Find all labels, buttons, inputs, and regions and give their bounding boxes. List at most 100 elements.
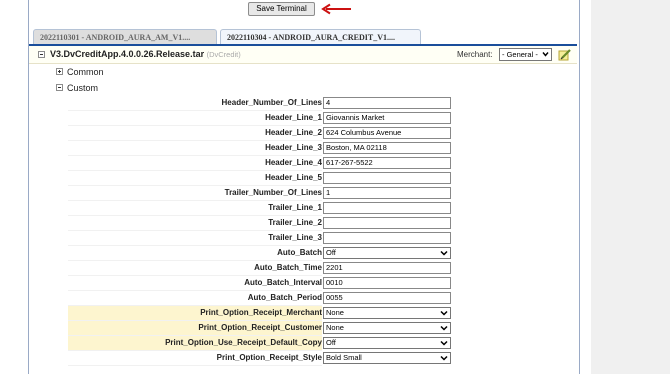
setting-input[interactable]: 617-267-5522: [323, 157, 451, 169]
chevron-down-icon: [440, 340, 448, 346]
collapse-app-icon[interactable]: [38, 51, 45, 58]
tab-terminal-2022110301[interactable]: 2022110301 - ANDROID_AURA_AM_V1....: [33, 29, 217, 44]
setting-label: Trailer_Line_1: [268, 203, 322, 212]
setting-value: Off: [326, 338, 336, 347]
setting-value: 4: [326, 98, 331, 107]
setting-label: Trailer_Line_2: [268, 218, 322, 227]
setting-row: Trailer_Line_3: [68, 231, 453, 246]
setting-label: Trailer_Line_3: [268, 233, 322, 242]
setting-input[interactable]: [323, 232, 451, 244]
setting-label: Header_Line_4: [265, 158, 322, 167]
save-terminal-button[interactable]: Save Terminal: [248, 2, 315, 16]
setting-row: Print_Option_Receipt_Merchant None: [68, 306, 453, 321]
setting-label-cell: Auto_Batch_Period: [68, 291, 322, 306]
app-title: V3.DvCreditApp.4.0.0.26.Release.tar (DvC…: [50, 49, 241, 59]
custom-settings-table: Header_Number_Of_Lines 4 Header_Line_1 Giov…: [68, 96, 453, 366]
setting-label: Print_Option_Use_Receipt_Default_Copy: [165, 338, 322, 347]
tab-terminal-2022110304[interactable]: 2022110304 - ANDROID_AURA_CREDIT_V1....: [220, 29, 421, 44]
setting-row: Header_Line_3 Boston, MA 02118: [68, 141, 453, 156]
section-custom-label[interactable]: Custom: [67, 83, 98, 93]
setting-input[interactable]: 1: [323, 187, 451, 199]
setting-label: Auto_Batch_Time: [254, 263, 322, 272]
setting-label: Header_Line_1: [265, 113, 322, 122]
setting-input[interactable]: Boston, MA 02118: [323, 142, 451, 154]
setting-value: 624 Columbus Avenue: [326, 128, 402, 137]
app-subtitle: (DvCredit): [206, 50, 241, 59]
setting-input[interactable]: 0010: [323, 277, 451, 289]
collapse-custom-icon[interactable]: [56, 84, 63, 91]
merchant-selected-value: - General -: [502, 50, 538, 59]
setting-label: Trailer_Number_Of_Lines: [224, 188, 322, 197]
setting-input[interactable]: 2201: [323, 262, 451, 274]
setting-row: Auto_Batch_Interval 0010: [68, 276, 453, 291]
setting-value: 0055: [326, 293, 343, 302]
setting-value: 617-267-5522: [326, 158, 373, 167]
edit-pencil-icon[interactable]: [558, 48, 572, 62]
setting-input[interactable]: [323, 202, 451, 214]
setting-input[interactable]: Giovannis Market: [323, 112, 451, 124]
setting-row: Auto_Batch_Period 0055: [68, 291, 453, 306]
setting-label-cell: Header_Line_3: [68, 141, 322, 156]
setting-label: Auto_Batch: [277, 248, 322, 257]
setting-label: Header_Line_3: [265, 143, 322, 152]
setting-input[interactable]: 624 Columbus Avenue: [323, 127, 451, 139]
setting-label: Print_Option_Receipt_Customer: [198, 323, 322, 332]
setting-label-cell: Auto_Batch_Time: [68, 261, 322, 276]
setting-label-cell: Print_Option_Receipt_Style: [68, 351, 322, 366]
setting-select[interactable]: None: [323, 307, 451, 319]
setting-label-cell: Header_Number_Of_Lines: [68, 96, 322, 111]
setting-row: Header_Line_1 Giovannis Market: [68, 111, 453, 126]
setting-input[interactable]: [323, 217, 451, 229]
setting-label-cell: Header_Line_4: [68, 156, 322, 171]
section-common-label[interactable]: Common: [67, 67, 104, 77]
setting-input[interactable]: [323, 172, 451, 184]
setting-select[interactable]: Bold Small: [323, 352, 451, 364]
chevron-down-icon: [440, 355, 448, 361]
setting-label-cell: Auto_Batch: [68, 246, 322, 261]
setting-row: Trailer_Number_Of_Lines 1: [68, 186, 453, 201]
setting-value: Off: [326, 248, 336, 257]
setting-row: Trailer_Line_2: [68, 216, 453, 231]
setting-select[interactable]: Off: [323, 247, 451, 259]
setting-input[interactable]: 4: [323, 97, 451, 109]
setting-row: Print_Option_Use_Receipt_Default_Copy Off: [68, 336, 453, 351]
setting-value: Bold Small: [326, 353, 362, 362]
setting-label-cell: Trailer_Number_Of_Lines: [68, 186, 322, 201]
setting-row: Header_Line_2 624 Columbus Avenue: [68, 126, 453, 141]
setting-label: Header_Number_Of_Lines: [221, 98, 322, 107]
setting-row: Print_Option_Receipt_Customer None: [68, 321, 453, 336]
setting-value: None: [326, 308, 344, 317]
setting-row: Auto_Batch_Time 2201: [68, 261, 453, 276]
setting-label-cell: Print_Option_Receipt_Merchant: [68, 306, 322, 321]
setting-row: Trailer_Line_1: [68, 201, 453, 216]
setting-label: Print_Option_Receipt_Merchant: [200, 308, 322, 317]
setting-row: Print_Option_Receipt_Style Bold Small: [68, 351, 453, 366]
setting-row: Header_Line_5: [68, 171, 453, 186]
setting-select[interactable]: Off: [323, 337, 451, 349]
setting-label: Print_Option_Receipt_Style: [216, 353, 322, 362]
setting-label: Auto_Batch_Interval: [244, 278, 322, 287]
setting-row: Header_Line_4 617-267-5522: [68, 156, 453, 171]
setting-label-cell: Trailer_Line_2: [68, 216, 322, 231]
chevron-down-icon: [542, 52, 549, 57]
chevron-down-icon: [440, 250, 448, 256]
left-arrow-icon: [321, 3, 351, 15]
setting-value: 2201: [326, 263, 343, 272]
setting-value: Boston, MA 02118: [326, 143, 387, 152]
setting-label-cell: Header_Line_5: [68, 171, 322, 186]
expand-common-icon[interactable]: [56, 68, 63, 75]
setting-select[interactable]: None: [323, 322, 451, 334]
setting-label-cell: Print_Option_Use_Receipt_Default_Copy: [68, 336, 322, 351]
setting-label-cell: Auto_Batch_Interval: [68, 276, 322, 291]
merchant-select[interactable]: - General -: [499, 48, 552, 61]
chevron-down-icon: [440, 325, 448, 331]
app-name: V3.DvCreditApp.4.0.0.26.Release.tar: [50, 49, 205, 59]
setting-value: 0010: [326, 278, 343, 287]
setting-label-cell: Trailer_Line_1: [68, 201, 322, 216]
setting-label-cell: Trailer_Line_3: [68, 231, 322, 246]
setting-label: Header_Line_5: [265, 173, 322, 182]
right-side-panel: [591, 0, 670, 374]
merchant-label: Merchant:: [457, 50, 493, 59]
setting-value: 1: [326, 188, 331, 197]
setting-input[interactable]: 0055: [323, 292, 451, 304]
